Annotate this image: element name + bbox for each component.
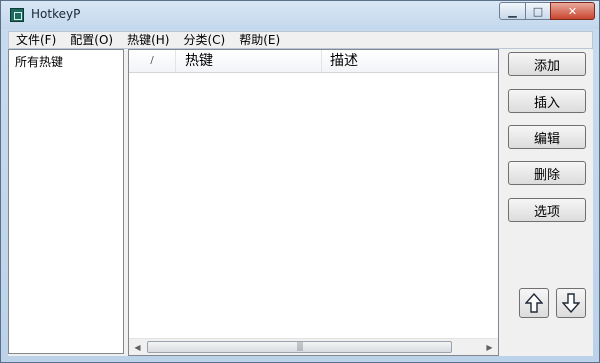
menu-config[interactable]: 配置(O): [63, 32, 120, 48]
app-window: HotkeyP ▁ □ ✕ 文件(F) 配置(O) 热键(H) 分类(C) 帮助…: [0, 0, 600, 363]
list-header: / 热键 描述: [129, 50, 498, 73]
scroll-right-icon[interactable]: ▶: [481, 339, 498, 355]
delete-button[interactable]: 删除: [508, 161, 586, 185]
column-header-description[interactable]: 描述: [322, 50, 498, 72]
scrollbar-thumb[interactable]: |||: [147, 341, 452, 353]
menu-hotkey[interactable]: 热键(H): [120, 32, 176, 48]
move-down-button[interactable]: [556, 288, 586, 318]
app-icon: [10, 8, 24, 22]
add-button[interactable]: 添加: [508, 52, 586, 76]
down-arrow-icon: [562, 293, 580, 313]
horizontal-scrollbar[interactable]: ◀ ||| ▶: [129, 338, 498, 355]
close-icon: ✕: [567, 4, 578, 18]
column-header-sort[interactable]: /: [129, 50, 176, 72]
client-area: 所有热键 / 热键 描述 ◀ ||| ▶ 添加 插入 编辑 删除 选项: [8, 49, 593, 356]
minimize-button[interactable]: ▁: [499, 2, 526, 20]
column-header-hotkey[interactable]: 热键: [176, 50, 322, 72]
maximize-icon: □: [532, 4, 544, 18]
move-up-button[interactable]: [519, 288, 549, 318]
title-bar[interactable]: HotkeyP ▁ □ ✕: [1, 1, 599, 29]
scroll-left-icon[interactable]: ◀: [129, 339, 146, 355]
category-tree[interactable]: 所有热键: [8, 49, 124, 354]
menu-bar: 文件(F) 配置(O) 热键(H) 分类(C) 帮助(E): [8, 31, 593, 49]
window-title: HotkeyP: [31, 7, 81, 21]
options-button[interactable]: 选项: [508, 198, 586, 222]
maximize-button[interactable]: □: [525, 2, 551, 20]
edit-button[interactable]: 编辑: [508, 125, 586, 149]
grip-icon: |||: [296, 342, 303, 352]
menu-category[interactable]: 分类(C): [176, 32, 232, 48]
minimize-icon: ▁: [508, 4, 517, 18]
up-arrow-icon: [525, 293, 543, 313]
hotkey-list[interactable]: / 热键 描述 ◀ ||| ▶: [128, 49, 499, 356]
menu-help[interactable]: 帮助(E): [232, 32, 287, 48]
menu-file[interactable]: 文件(F): [9, 32, 63, 48]
tree-item-all-hotkeys[interactable]: 所有热键: [15, 53, 63, 70]
close-button[interactable]: ✕: [550, 2, 595, 20]
insert-button[interactable]: 插入: [508, 89, 586, 113]
